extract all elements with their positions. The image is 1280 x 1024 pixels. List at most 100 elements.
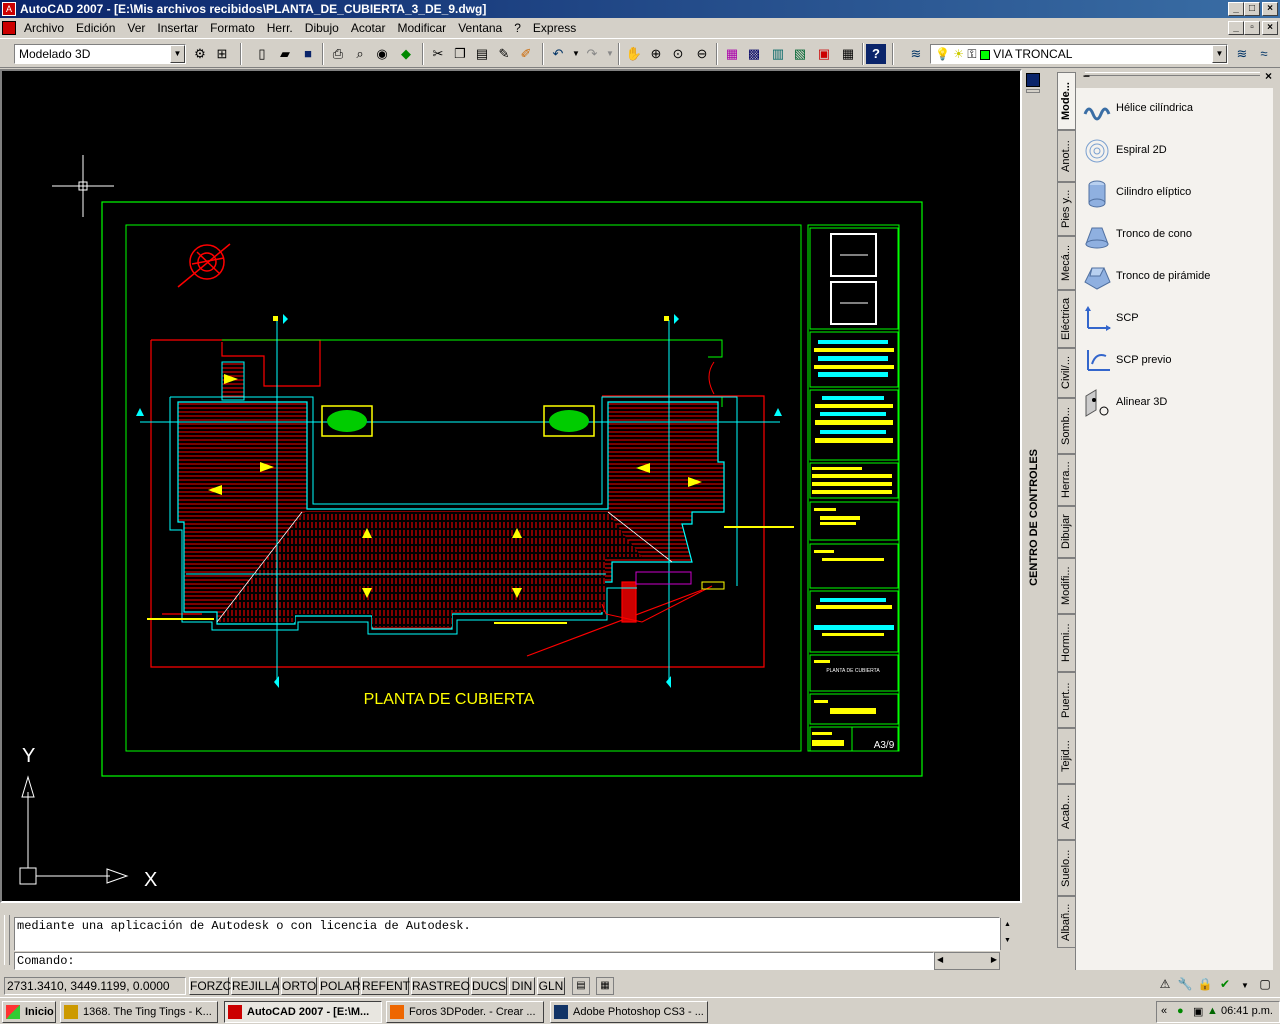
palette-tool[interactable]: Alinear 3D [1082,386,1272,422]
palette-tool[interactable]: Tronco de pirámide [1082,260,1272,296]
command-hscrollbar[interactable]: ◀ ▶ [934,952,1000,970]
print-icon[interactable]: ⎙ [328,44,348,64]
minimize-button[interactable]: _ [1228,2,1244,16]
menu-item[interactable]: Ver [121,18,151,38]
tray-expand-icon[interactable]: « [1161,1005,1167,1017]
menu-item[interactable]: Edición [70,18,121,38]
warning-icon[interactable]: ⚠ [1156,977,1174,995]
doc-restore-button[interactable]: ▫ [1244,21,1260,35]
match-properties-icon[interactable]: ✎ [494,44,514,64]
cut-icon[interactable]: ✂ [428,44,448,64]
taskbar-item[interactable]: Adobe Photoshop CS3 - ... [550,1001,708,1023]
doc-close-button[interactable]: × [1262,21,1278,35]
palette-tool[interactable]: Hélice cilíndrica [1082,92,1272,128]
taskbar-item[interactable]: AutoCAD 2007 - [E:\M... [224,1001,382,1023]
workspace-settings-icon[interactable]: ⚙ [190,44,210,64]
status-toggle-din[interactable]: DIN [509,977,535,995]
taskbar-item[interactable]: Foros 3DPoder. - Crear ... [386,1001,544,1023]
palette-tab[interactable]: Dibujar [1057,506,1076,558]
messenger-icon[interactable]: ● [1177,1005,1184,1017]
copy-icon[interactable]: ❐ [450,44,470,64]
palette-tab[interactable]: Eléctrica [1057,290,1076,348]
clean-screen-icon[interactable]: ▢ [1256,977,1274,995]
new-file-icon[interactable]: ▯ [252,44,272,64]
status-toggle-rejilla[interactable]: REJILLA [231,977,279,995]
layer-select[interactable]: 💡 ☀ ⚿ VIA TRONCAL ▼ [930,44,1228,64]
clock-text[interactable]: 06:41 p.m. [1221,1005,1273,1017]
menu-item[interactable]: Herr. [261,18,299,38]
minus-icon[interactable]: − [1083,69,1090,83]
design-center-icon[interactable]: ▩ [744,44,764,64]
layer-previous-icon[interactable]: ≈ [1254,44,1274,64]
palette-tab[interactable]: Albañ... [1057,896,1076,948]
menu-item[interactable]: Ventana [452,18,508,38]
tool-palettes-icon[interactable]: ▥ [768,44,788,64]
model-layout-icon[interactable]: ▦ [596,977,614,995]
communication-center-icon[interactable]: ✔ [1216,977,1234,995]
command-grip[interactable] [4,915,10,965]
status-toggle-ducs[interactable]: DUCS [471,977,507,995]
status-toggle-polar[interactable]: POLAR [319,977,361,995]
wrench-icon[interactable]: 🔧 [1176,977,1194,995]
zoom-window-icon[interactable]: ⊙ [668,44,688,64]
doc-minimize-button[interactable]: _ [1228,21,1244,35]
palette-tab[interactable]: Puert... [1057,672,1076,728]
palette-tab[interactable]: Suelo... [1057,840,1076,896]
open-folder-icon[interactable]: ▰ [275,44,295,64]
palette-tab[interactable]: Pies y... [1057,182,1076,236]
workspace-save-icon[interactable]: ⊞ [212,44,232,64]
chevron-down-icon[interactable]: ▼ [600,44,620,64]
palette-tab[interactable]: Modifi... [1057,558,1076,614]
layer-manager-icon[interactable]: ≋ [906,44,926,64]
chevron-down-icon[interactable]: ▼ [1238,977,1252,995]
workspace-select[interactable]: Modelado 3D ▼ [14,44,186,64]
block-editor-icon[interactable]: ✐ [516,44,536,64]
close-icon[interactable]: × [1265,69,1272,83]
doc-icon[interactable] [2,21,16,35]
network-icon[interactable]: ▣ [1193,1005,1203,1018]
lineweight-icon[interactable]: ▤ [572,977,590,995]
status-toggle-rastreo[interactable]: RASTREO [411,977,470,995]
help-icon[interactable]: ? [866,44,886,64]
zoom-realtime-icon[interactable]: ⊕ [646,44,666,64]
palette-tab[interactable]: Herra... [1057,454,1076,506]
palette-tab[interactable]: Mecá... [1057,236,1076,290]
palette-tool[interactable]: SCP [1082,302,1272,338]
palette-tab[interactable]: Somb... [1057,398,1076,454]
palette-tool[interactable]: Tronco de cono [1082,218,1272,254]
menu-item[interactable]: Formato [204,18,261,38]
antivirus-icon[interactable]: ▲ [1207,1005,1218,1017]
calculator-icon[interactable]: ▦ [838,44,858,64]
drawing-area[interactable]: PLANTA DE CUBIERTA A3/9 PLANTA DE CUBIER… [0,69,1022,903]
status-toggle-forzc[interactable]: FORZC [189,977,231,995]
properties-icon[interactable]: ▦ [722,44,742,64]
status-toggle-orto[interactable]: ORTO [281,977,317,995]
chevron-down-icon[interactable]: ▼ [170,45,185,63]
palette-tab[interactable]: Acab... [1057,784,1076,840]
markup-icon[interactable]: ▣ [814,44,834,64]
make-layer-current-icon[interactable]: ≋ [1232,44,1252,64]
palette-grip[interactable] [1026,89,1040,93]
palette-tab[interactable]: Hormi... [1057,614,1076,672]
menu-item[interactable]: Modificar [392,18,453,38]
start-button[interactable]: Inicio [2,1001,56,1023]
pan-icon[interactable]: ✋ [624,44,644,64]
taskbar-item[interactable]: 1368. The Ting Tings - K... [60,1001,218,1023]
paste-icon[interactable]: ▤ [472,44,492,64]
autocad-app-icon[interactable]: A [2,2,16,16]
publish-icon[interactable]: ◉ [372,44,392,64]
palette-tab[interactable]: Anot... [1057,130,1076,182]
status-toggle-gln[interactable]: GLN [537,977,565,995]
palette-tool[interactable]: SCP previo [1082,344,1272,380]
zoom-previous-icon[interactable]: ⊖ [692,44,712,64]
palette-tab[interactable]: Civil/... [1057,348,1076,398]
palette-tool[interactable]: Espiral 2D [1082,134,1272,170]
chevron-down-icon[interactable]: ▼ [1212,45,1227,63]
palette-tool[interactable]: Cilindro elíptico [1082,176,1272,212]
close-button[interactable]: × [1262,2,1278,16]
menu-item[interactable]: ? [508,18,527,38]
maximize-button[interactable]: □ [1244,2,1260,16]
print-preview-icon[interactable]: ⌕ [350,44,370,64]
palette-drag-bar[interactable] [1085,72,1260,76]
menu-item[interactable]: Acotar [345,18,392,38]
